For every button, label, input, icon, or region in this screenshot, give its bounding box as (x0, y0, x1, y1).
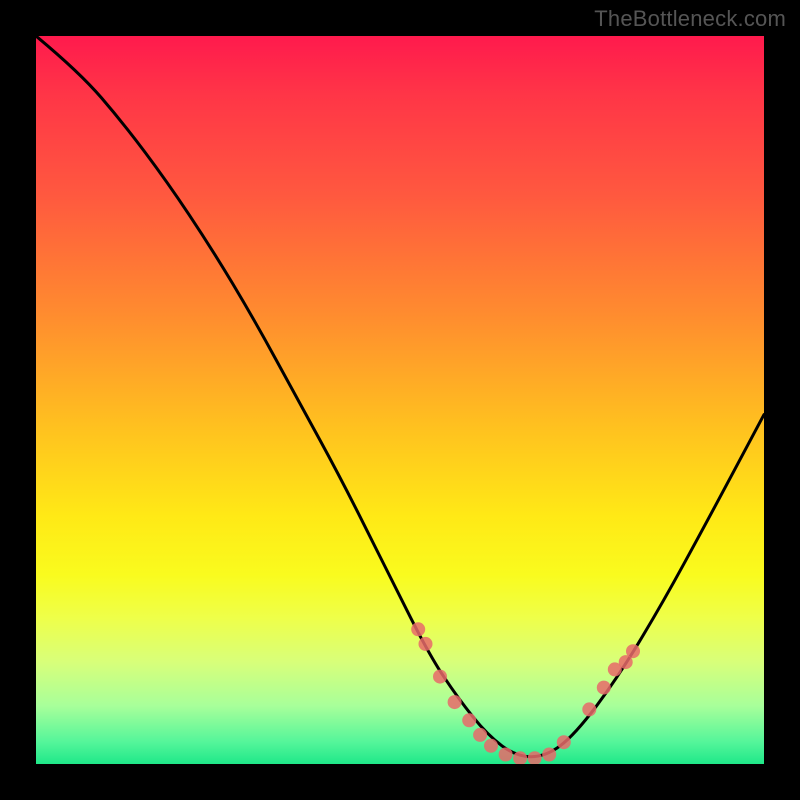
watermark-text: TheBottleneck.com (594, 6, 786, 32)
chart-background-gradient (36, 36, 764, 764)
